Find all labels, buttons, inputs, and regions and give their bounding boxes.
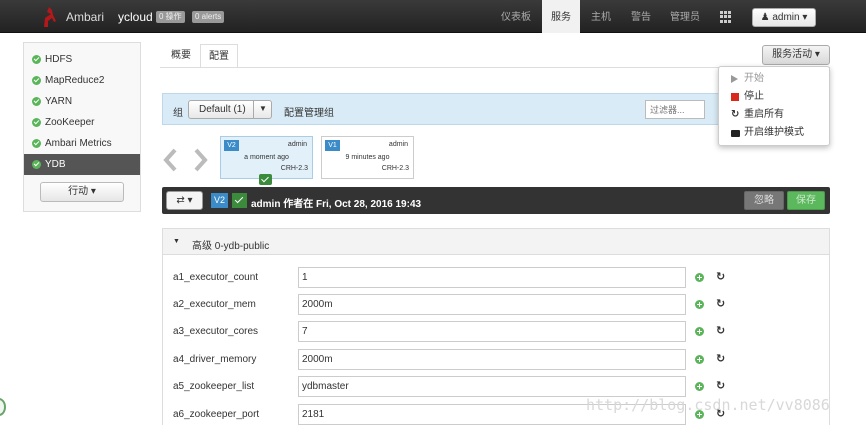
version-author: admin bbox=[388, 141, 408, 148]
config-section-title: 高级 0-ydb-public bbox=[192, 241, 270, 252]
service-actions-button[interactable]: 服务活动 ▾ bbox=[762, 45, 830, 65]
user-menu-button[interactable]: ♟ admin ▾ bbox=[752, 8, 816, 27]
nav-hosts[interactable]: 主机 bbox=[582, 0, 620, 33]
config-section-header[interactable]: ▼ 高级 0-ydb-public bbox=[162, 228, 830, 255]
filter-input[interactable] bbox=[645, 100, 705, 119]
menu-item-maintenance-mode[interactable]: 开启维护模式 bbox=[731, 125, 804, 141]
version-time: 9 minutes ago bbox=[345, 154, 390, 161]
current-version-check-icon bbox=[259, 174, 272, 185]
version-stack: CRH-2.3 bbox=[381, 165, 409, 172]
manage-config-groups-link[interactable]: 配置管理组 bbox=[284, 104, 334, 119]
service-actions-menu: 开始 停止 ↻ 重启所有 开启维护模式 bbox=[718, 66, 830, 146]
menu-item-restart-all[interactable]: ↻ 重启所有 bbox=[731, 107, 784, 123]
ops-badge[interactable]: 0 操作 bbox=[156, 11, 185, 23]
refresh-icon[interactable]: ↻ bbox=[716, 324, 725, 337]
config-property-row: a3_executor_cores ↻ bbox=[163, 321, 831, 343]
menu-item-start[interactable]: 开始 bbox=[731, 71, 764, 87]
refresh-icon[interactable]: ↻ bbox=[716, 352, 725, 365]
nav-admin[interactable]: 管理员 bbox=[662, 0, 708, 33]
discard-button[interactable]: 忽略 bbox=[744, 191, 784, 210]
refresh-icon[interactable]: ↻ bbox=[716, 270, 725, 283]
property-name: a2_executor_mem bbox=[173, 299, 256, 310]
status-ok-icon bbox=[32, 76, 41, 85]
chevron-left-icon[interactable] bbox=[163, 148, 177, 172]
group-label: 组 bbox=[173, 108, 183, 119]
add-override-icon[interactable] bbox=[695, 355, 704, 364]
property-name: a1_executor_count bbox=[173, 272, 259, 283]
property-name: a5_zookeeper_list bbox=[173, 381, 255, 392]
config-property-row: a2_executor_mem ↻ bbox=[163, 294, 831, 316]
sidebar-item-ambari-metrics[interactable]: Ambari Metrics bbox=[24, 133, 140, 154]
shuffle-icon: ⇄ bbox=[176, 195, 185, 206]
alerts-badge[interactable]: 0 alerts bbox=[192, 11, 225, 23]
add-override-icon[interactable] bbox=[695, 300, 704, 309]
brand-name[interactable]: Ambari bbox=[66, 10, 104, 24]
current-version-info: admin 作者在 Fri, Oct 28, 2016 19:43 bbox=[251, 199, 422, 210]
refresh-icon[interactable]: ↻ bbox=[716, 379, 725, 392]
status-ok-icon bbox=[32, 118, 41, 127]
version-author: admin bbox=[287, 141, 307, 148]
config-property-row: a1_executor_count ↻ bbox=[163, 267, 831, 289]
status-ok-icon bbox=[32, 160, 41, 169]
nav-services[interactable]: 服务 bbox=[542, 0, 580, 33]
service-actions-dropdown-button[interactable]: 行动 ▾ bbox=[40, 182, 124, 202]
caret-down-icon: ▼ bbox=[173, 238, 180, 245]
views-grid-icon[interactable] bbox=[720, 11, 732, 23]
watermark: http://blog.csdn.net/vv8086 bbox=[586, 396, 830, 414]
config-property-row: a4_driver_memory ↻ bbox=[163, 349, 831, 371]
stop-icon bbox=[731, 93, 739, 101]
sidebar-item-ydb[interactable]: YDB bbox=[24, 154, 140, 175]
current-version-check-icon bbox=[232, 193, 247, 208]
current-version-bar: ⇄ ▾ V2 admin 作者在 Fri, Oct 28, 2016 19:43… bbox=[162, 187, 830, 214]
version-tag: V1 bbox=[325, 140, 340, 151]
version-card-v1[interactable]: V1 admin 9 minutes ago CRH-2.3 bbox=[321, 136, 414, 179]
property-value-input[interactable] bbox=[298, 349, 686, 370]
chevron-right-icon[interactable] bbox=[194, 148, 208, 172]
nav-dashboard[interactable]: 仪表板 bbox=[492, 0, 540, 33]
add-override-icon[interactable] bbox=[695, 382, 704, 391]
sidebar-item-zookeeper[interactable]: ZooKeeper bbox=[24, 112, 140, 133]
user-icon: ♟ bbox=[760, 12, 773, 23]
cluster-name[interactable]: ycloud bbox=[118, 10, 153, 24]
version-card-v2[interactable]: V2 admin a moment ago CRH-2.3 bbox=[220, 136, 313, 185]
status-ok-icon bbox=[32, 55, 41, 64]
services-sidebar: HDFS MapReduce2 YARN ZooKeeper Ambari Me… bbox=[23, 42, 141, 212]
version-time: a moment ago bbox=[244, 154, 289, 161]
caret-down-icon[interactable]: ▼ bbox=[253, 100, 272, 119]
property-name: a6_zookeeper_port bbox=[173, 409, 260, 420]
property-name: a4_driver_memory bbox=[173, 354, 257, 365]
version-tag: V2 bbox=[224, 140, 239, 151]
property-value-input[interactable] bbox=[298, 321, 686, 342]
add-override-icon[interactable] bbox=[695, 273, 704, 282]
property-value-input[interactable] bbox=[298, 376, 686, 397]
sidebar-item-mapreduce2[interactable]: MapReduce2 bbox=[24, 70, 140, 91]
status-ok-icon bbox=[32, 97, 41, 106]
save-button[interactable]: 保存 bbox=[787, 191, 825, 210]
nav-alerts[interactable]: 警告 bbox=[622, 0, 660, 33]
config-property-row: a5_zookeeper_list ↻ bbox=[163, 376, 831, 398]
camera-icon bbox=[731, 130, 740, 137]
refresh-icon[interactable]: ↻ bbox=[716, 297, 725, 310]
current-version-tag: V2 bbox=[211, 193, 228, 208]
compare-versions-button[interactable]: ⇄ ▾ bbox=[166, 191, 203, 210]
add-override-icon[interactable] bbox=[695, 327, 704, 336]
ambari-logo-icon bbox=[44, 7, 56, 27]
tab-summary[interactable]: 概要 bbox=[162, 44, 200, 68]
tab-configs[interactable]: 配置 bbox=[200, 44, 238, 68]
sidebar-item-yarn[interactable]: YARN bbox=[24, 91, 140, 112]
property-value-input[interactable] bbox=[298, 294, 686, 315]
property-name: a3_executor_cores bbox=[173, 326, 259, 337]
top-navbar: Ambari ycloud 0 操作 0 alerts 仪表板 服务 主机 警告… bbox=[0, 0, 866, 33]
version-stack: CRH-2.3 bbox=[280, 165, 308, 172]
status-ok-icon bbox=[32, 139, 41, 148]
sidebar-item-hdfs[interactable]: HDFS bbox=[24, 49, 140, 70]
refresh-icon: ↻ bbox=[731, 109, 740, 120]
property-value-input[interactable] bbox=[298, 267, 686, 288]
play-icon bbox=[731, 75, 738, 83]
menu-item-stop[interactable]: 停止 bbox=[731, 89, 764, 105]
floating-circle-icon bbox=[0, 398, 6, 416]
